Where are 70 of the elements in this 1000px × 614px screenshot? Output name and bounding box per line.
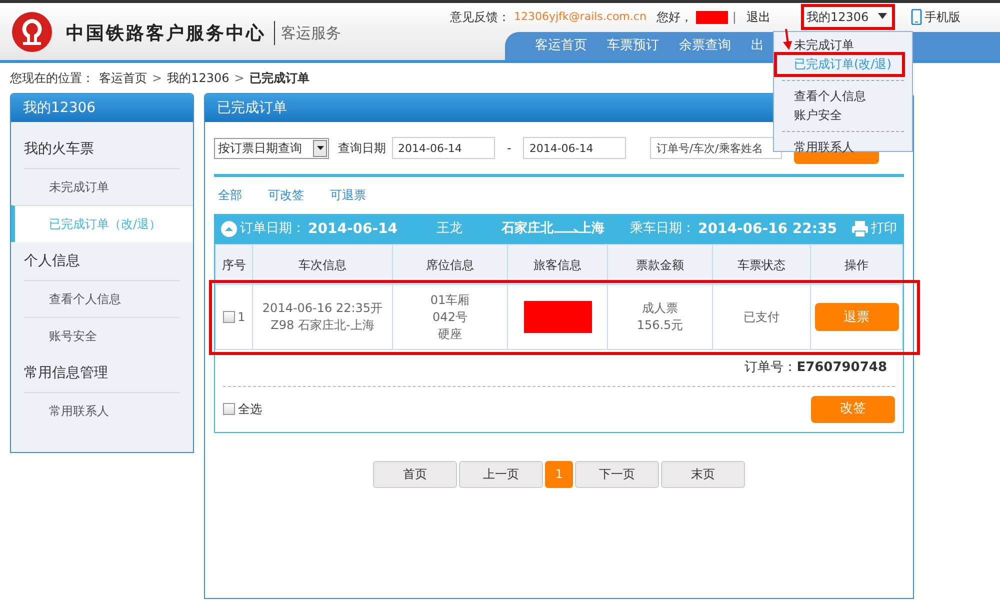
date-to-field[interactable]: 2014-06-14 bbox=[523, 137, 626, 159]
ride-date: 2014-06-16 22:35 bbox=[698, 220, 837, 238]
order-number: E760790748 bbox=[796, 360, 887, 375]
greeting-text: 您好， bbox=[656, 9, 692, 26]
panel-header: 我的12306 bbox=[11, 94, 193, 122]
nav-link[interactable]: 车票预订 bbox=[607, 36, 659, 56]
fare-info-line: 成人票 bbox=[641, 300, 679, 317]
breadcrumb-separator: > bbox=[234, 70, 244, 87]
breadcrumb-current: 已完成订单 bbox=[249, 70, 310, 87]
date-dash: - bbox=[507, 140, 512, 157]
route-to: 上海 bbox=[578, 220, 605, 238]
sidebar-section-title: 个人信息 bbox=[23, 252, 81, 270]
menu-item[interactable]: 账户安全 bbox=[774, 106, 912, 125]
sidebar-section-title: 常用信息管理 bbox=[23, 364, 109, 382]
breadcrumb-link[interactable]: 客运首页 bbox=[99, 69, 147, 87]
column-header: 序号 bbox=[216, 244, 252, 284]
train-info-line: 2014-06-16 22:35开 bbox=[261, 300, 384, 317]
feedback-label: 意见反馈： bbox=[450, 9, 510, 26]
sidebar-item[interactable]: 查看个人信息 bbox=[24, 280, 180, 317]
query-type-select[interactable]: 按订票日期查询 bbox=[214, 138, 329, 158]
sidebar-section-title: 我的火车票 bbox=[23, 140, 95, 158]
mobile-label: 手机版 bbox=[924, 9, 961, 26]
column-header: 操作 bbox=[810, 244, 902, 284]
date-label: 查询日期 bbox=[338, 140, 386, 157]
ticket-status: 已支付 bbox=[712, 284, 810, 350]
booker-name: 王龙 bbox=[436, 220, 463, 238]
breadcrumb-link[interactable]: 我的12306 bbox=[167, 69, 230, 87]
page-button[interactable]: 末页 bbox=[661, 460, 745, 488]
search-field[interactable]: 订单号/车次/乘客姓名 bbox=[650, 137, 782, 159]
ride-date-label: 乘车日期： bbox=[630, 220, 695, 238]
seat-info-line: 042号 bbox=[432, 308, 468, 326]
order-date-label: 订单日期： bbox=[240, 220, 305, 238]
order-number-label: 订单号： bbox=[744, 360, 797, 375]
page-button[interactable]: 下一页 bbox=[575, 460, 659, 488]
filter-tab[interactable]: 可退票 bbox=[330, 186, 366, 204]
site-title: 中国铁路客户服务中心 bbox=[66, 22, 266, 46]
logout-link[interactable]: 退出 bbox=[746, 8, 770, 26]
route-from: 石家庄北 bbox=[502, 220, 554, 238]
column-header: 旅客信息 bbox=[508, 244, 608, 284]
breadcrumb-separator: > bbox=[152, 70, 162, 87]
menu-item[interactable]: 未完成订单 bbox=[774, 36, 912, 55]
column-header: 车票状态 bbox=[712, 244, 810, 284]
sidebar-item[interactable]: 常用联系人 bbox=[24, 392, 180, 429]
my-account-menu[interactable]: 我的12306 bbox=[804, 8, 889, 26]
page-button[interactable]: 首页 bbox=[373, 460, 457, 488]
seat-info-line: 硬座 bbox=[437, 326, 463, 342]
separator-text: | bbox=[732, 9, 736, 26]
select-all-checkbox[interactable]: 全选 bbox=[223, 400, 262, 418]
nav-link[interactable]: 出 bbox=[751, 36, 764, 56]
nav-link[interactable]: 余票查询 bbox=[679, 36, 731, 56]
site-subtitle: 客运服务 bbox=[281, 23, 341, 44]
nav-link[interactable]: 客运首页 bbox=[535, 36, 587, 56]
filter-tab[interactable]: 全部 bbox=[218, 186, 242, 204]
order-date: 2014-06-14 bbox=[308, 220, 398, 238]
page-button[interactable]: 上一页 bbox=[459, 460, 543, 488]
row-number: 1 bbox=[238, 310, 246, 324]
seat-info-line: 01车厢 bbox=[429, 292, 471, 308]
print-label: 打印 bbox=[871, 220, 897, 238]
train-info-line: Z98 石家庄北-上海 bbox=[270, 317, 376, 334]
filter-tab[interactable]: 可改签 bbox=[268, 186, 304, 204]
menu-label: 我的12306 bbox=[806, 9, 869, 26]
fare-info-line: 156.5元 bbox=[636, 317, 684, 334]
column-header: 票款金额 bbox=[608, 244, 712, 284]
select-value: 按订票日期查询 bbox=[218, 140, 302, 157]
column-header: 席位信息 bbox=[392, 244, 508, 284]
column-header: 车次信息 bbox=[252, 244, 392, 284]
breadcrumb-label: 您现在的位置： bbox=[10, 70, 94, 87]
sidebar-item[interactable]: 账号安全 bbox=[24, 317, 180, 354]
mobile-link[interactable]: 手机版 bbox=[910, 8, 961, 26]
date-from-field[interactable]: 2014-06-14 bbox=[392, 137, 495, 159]
